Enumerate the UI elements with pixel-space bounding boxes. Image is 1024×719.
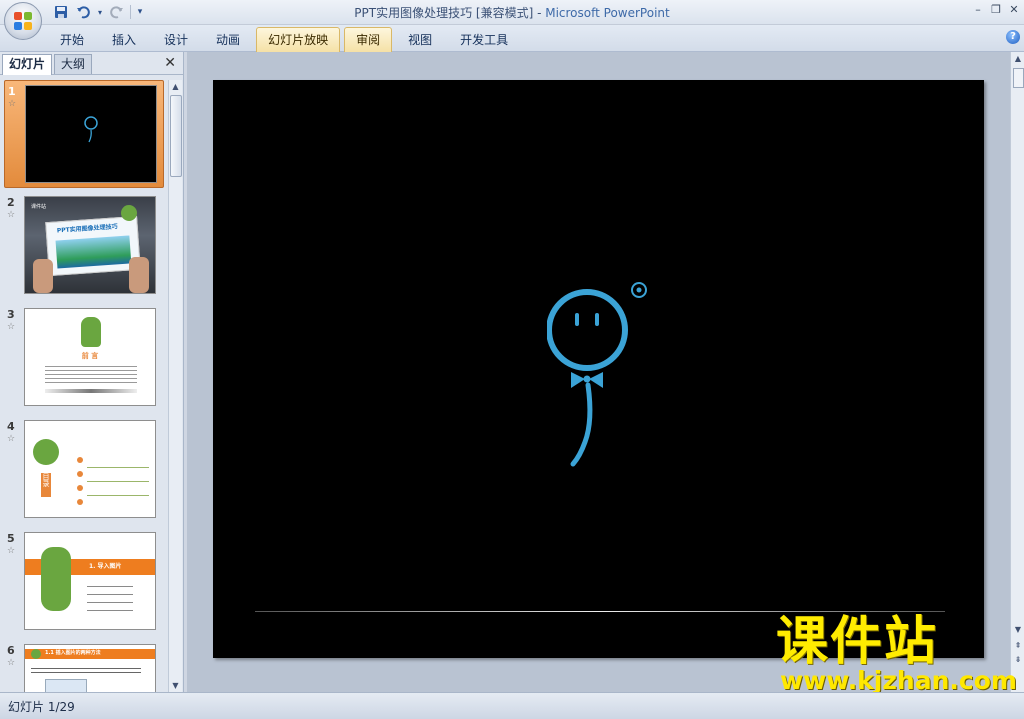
slide-preview: 1.1 插入图片的两种方法 (24, 644, 156, 692)
slide-thumbnail-2[interactable]: 2 ☆ 课件站 PPT实用图像处理技巧 (4, 192, 162, 298)
qat-separator (130, 5, 131, 19)
current-slide[interactable] (213, 80, 984, 658)
scroll-up-icon[interactable]: ▲ (1011, 52, 1024, 65)
thumbnails-scrollbar[interactable]: ▲ ▼ (168, 80, 182, 692)
slide-preview: 目录 (24, 420, 156, 518)
thumb-title: PPT实用图像处理技巧 (56, 223, 118, 235)
redo-icon[interactable] (108, 4, 126, 20)
tab-review[interactable]: 审阅 (344, 27, 393, 53)
slide-preview: 课件站 PPT实用图像处理技巧 (24, 196, 156, 294)
undo-icon[interactable] (74, 4, 92, 20)
animation-star-icon: ☆ (7, 210, 16, 220)
tab-design[interactable]: 设计 (152, 27, 200, 53)
status-bar: 幻灯片 1/29 (0, 692, 1024, 719)
restore-button[interactable]: ❐ (990, 3, 1002, 16)
title-bar: ▾ ▾ PPT实用图像处理技巧 [兼容模式] - Microsoft Power… (0, 0, 1024, 25)
thumb-side-label: 目录 (42, 473, 50, 487)
tab-slideshow[interactable]: 幻灯片放映 (256, 27, 341, 53)
balloon-mini-icon (84, 116, 98, 143)
tab-animations[interactable]: 动画 (204, 27, 252, 53)
slide-preview: 1. 导入图片 (24, 532, 156, 630)
app-name: Microsoft PowerPoint (545, 6, 670, 20)
slide-preview (25, 85, 157, 183)
next-slide-icon[interactable]: ⇟ (1011, 653, 1024, 666)
thumb-corner-label: 课件站 (31, 204, 47, 210)
slide-thumbnail-3[interactable]: 3 ☆ 前 言 (4, 304, 162, 410)
scroll-down-icon[interactable]: ▼ (1011, 623, 1024, 636)
animation-star-icon: ☆ (7, 546, 16, 556)
animation-star-icon: ☆ (7, 322, 16, 332)
tab-outline[interactable]: 大纲 (54, 54, 93, 74)
editor-scrollbar[interactable]: ▲ ▼ ⇞ ⇟ (1010, 52, 1024, 692)
tab-developer[interactable]: 开发工具 (448, 27, 520, 53)
ribbon-tabs: 开始 插入 设计 动画 幻灯片放映 审阅 视图 开发工具 ? (0, 25, 1024, 53)
scroll-down-icon[interactable]: ▼ (169, 679, 182, 692)
tab-home[interactable]: 开始 (48, 27, 96, 53)
animation-star-icon: ☆ (7, 658, 16, 668)
help-icon[interactable]: ? (1006, 30, 1020, 44)
tab-insert[interactable]: 插入 (100, 27, 148, 53)
scroll-up-icon[interactable]: ▲ (169, 80, 182, 93)
slide-thumbnail-5[interactable]: 5 ☆ 1. 导入图片 (4, 528, 162, 634)
slide-thumbnail-1[interactable]: 1 ☆ (4, 80, 164, 188)
slide-number: 2 (7, 196, 15, 209)
previous-slide-icon[interactable]: ⇞ (1011, 639, 1024, 652)
quick-access-toolbar: ▾ ▾ (52, 3, 145, 21)
thumb-photo-card: PPT实用图像处理技巧 (45, 215, 141, 277)
watermark-brand: 课件站 (776, 612, 939, 672)
thumb-title: 1. 导入图片 (89, 563, 122, 570)
slide-thumbnail-4[interactable]: 4 ☆ 目录 (4, 416, 162, 522)
watermark-url: www.kjzhan.com (780, 666, 1017, 695)
panel-tabs: 幻灯片 大纲 ✕ (0, 52, 183, 75)
slide-number: 6 (7, 644, 15, 657)
scrollbar-thumb[interactable] (170, 95, 182, 177)
tab-view[interactable]: 视图 (396, 27, 444, 53)
slide-number: 4 (7, 420, 15, 433)
slides-panel: 幻灯片 大纲 ✕ 1 ☆ 2 ☆ 课件站 PPT实用图像处理技巧 3 ☆ 前 言… (0, 52, 184, 692)
slide-thumbnails: 1 ☆ 2 ☆ 课件站 PPT实用图像处理技巧 3 ☆ 前 言 4 ☆ 目录 5… (0, 80, 166, 692)
window-title: PPT实用图像处理技巧 [兼容模式] - Microsoft PowerPoin… (0, 4, 1024, 21)
window-controls: – ❐ ✕ (972, 3, 1020, 16)
office-logo-icon (14, 12, 32, 30)
slide-number: 5 (7, 532, 15, 545)
slide-editor (187, 52, 1010, 692)
save-icon[interactable] (52, 4, 70, 20)
tab-slides[interactable]: 幻灯片 (2, 54, 53, 75)
balloon-smiley-icon (547, 282, 647, 467)
office-button[interactable] (4, 2, 42, 40)
slide-counter: 幻灯片 1/29 (8, 700, 75, 714)
customize-qat-icon[interactable]: ▾ (135, 4, 145, 20)
animation-star-icon: ☆ (7, 434, 16, 444)
thumb-heading: 前 言 (81, 352, 99, 360)
scrollbar-thumb[interactable] (1013, 68, 1024, 88)
slide-thumbnail-6[interactable]: 6 ☆ 1.1 插入图片的两种方法 (4, 640, 162, 692)
thumb-title: 1.1 插入图片的两种方法 (45, 650, 101, 656)
undo-dropdown-icon[interactable]: ▾ (96, 4, 104, 20)
slide-number: 1 (8, 85, 16, 98)
document-title: PPT实用图像处理技巧 [兼容模式] (354, 6, 534, 20)
minimize-button[interactable]: – (972, 3, 984, 16)
slide-number: 3 (7, 308, 15, 321)
title-separator: - (533, 6, 546, 20)
close-button[interactable]: ✕ (1008, 3, 1020, 16)
slide-preview: 前 言 (24, 308, 156, 406)
close-icon[interactable]: ✕ (164, 55, 176, 71)
animation-star-icon: ☆ (8, 99, 17, 109)
